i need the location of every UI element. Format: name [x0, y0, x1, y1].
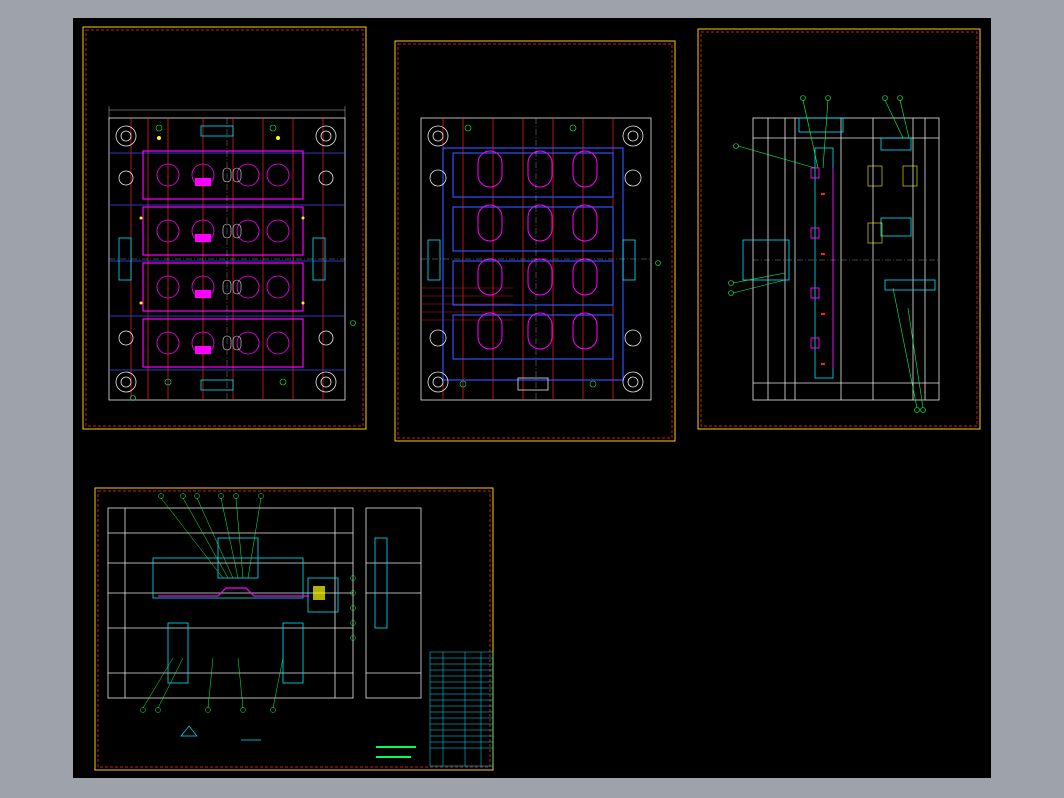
sheet-top-cavity-plan[interactable]: [82, 26, 367, 430]
sheet-section-a-a[interactable]: [697, 28, 981, 430]
sheet-assembly-section[interactable]: [94, 487, 494, 771]
cad-drawing: [82, 26, 981, 771]
cad-drawing-canvas[interactable]: [73, 18, 991, 778]
sheet-core-side-plan[interactable]: [394, 40, 676, 442]
